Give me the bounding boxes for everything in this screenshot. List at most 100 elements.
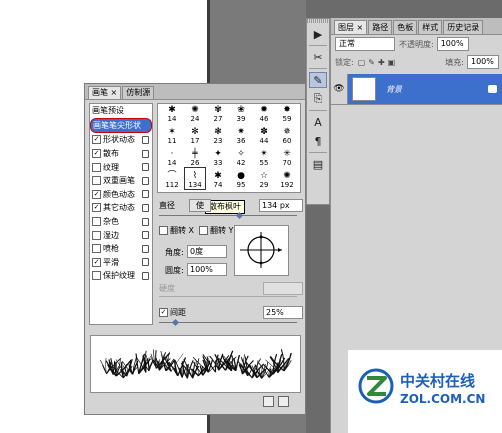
brush-tip-cell[interactable]: ⌇ 134	[184, 167, 206, 190]
layer-row[interactable]: 👁 背景	[331, 74, 502, 104]
flip-x-checkbox[interactable]	[159, 226, 168, 235]
blend-mode-select[interactable]: 正常	[335, 37, 395, 51]
brush-tip-cell[interactable]: ❃ 23	[208, 124, 228, 146]
brush-tip-cell[interactable]: ✧ 42	[231, 146, 251, 168]
option-checkbox[interactable]	[92, 230, 101, 240]
brush-tip-cell[interactable]: ✳ 70	[277, 146, 297, 168]
flip-y-row[interactable]: 翻转 Y	[199, 225, 233, 236]
tab-clone-source[interactable]: 仿制源	[122, 86, 155, 99]
tab-styles[interactable]: 样式	[418, 20, 443, 34]
layers-icon[interactable]: ▤	[309, 156, 327, 172]
diameter-field[interactable]: 134 px	[259, 199, 303, 212]
text-icon[interactable]: A	[309, 114, 327, 130]
option-lock-icon[interactable]	[142, 149, 149, 158]
angle-roundness-widget[interactable]	[234, 225, 289, 276]
brush-tip-cell[interactable]: ✱ 74	[208, 168, 228, 190]
diameter-slider[interactable]	[159, 215, 297, 216]
tab-paths[interactable]: 路径	[368, 20, 393, 34]
brush-option-item[interactable]: 喷枪	[90, 242, 152, 256]
brush-tip-cell[interactable]: ✾ 27	[208, 104, 228, 124]
eye-icon[interactable]: 👁	[331, 74, 348, 104]
option-lock-icon[interactable]	[142, 217, 149, 226]
option-checkbox[interactable]: ✓	[92, 257, 101, 267]
tab-layers[interactable]: 图层 ×	[334, 20, 368, 34]
option-lock-icon[interactable]	[142, 271, 149, 280]
clone-icon[interactable]: ⎘	[309, 91, 327, 107]
paragraph-icon[interactable]: ¶	[309, 133, 327, 149]
option-checkbox[interactable]: ✓	[92, 149, 101, 159]
new-brush-icon[interactable]	[263, 396, 274, 407]
option-lock-icon[interactable]	[142, 231, 149, 240]
layers-tab-bar: 图层 × 路径 色板 样式 历史记录	[331, 18, 502, 35]
brush-option-item[interactable]: 画笔笔尖形状	[90, 117, 152, 134]
option-lock-icon[interactable]	[142, 135, 149, 144]
toolbar-grip[interactable]	[307, 19, 329, 23]
option-checkbox[interactable]	[92, 271, 101, 281]
roundness-field[interactable]: 100%	[187, 263, 227, 276]
opacity-field[interactable]: 100%	[436, 37, 469, 51]
option-checkbox[interactable]: ✓	[92, 189, 101, 199]
brush-tip-cell[interactable]: ✺ 24	[185, 104, 205, 124]
option-checkbox[interactable]: ✓	[92, 135, 101, 145]
brush-option-item[interactable]: ✓ 颜色动态	[90, 188, 152, 202]
flip-x-row[interactable]: 翻转 X	[159, 225, 194, 236]
spacing-field[interactable]: 25%	[263, 306, 303, 319]
brush-tip-cell[interactable]: ✶ 11	[162, 124, 182, 146]
fill-field[interactable]: 100%	[467, 55, 499, 69]
brush-tip-cell[interactable]: ✽ 44	[254, 124, 274, 146]
spacing-checkbox[interactable]: ✓	[159, 308, 168, 317]
option-lock-icon[interactable]	[142, 258, 149, 267]
delete-brush-icon[interactable]	[278, 396, 289, 407]
spacing-slider-thumb[interactable]	[171, 318, 180, 327]
brush-tip-cell[interactable]: ✸ 59	[277, 104, 297, 124]
option-lock-icon[interactable]	[142, 176, 149, 185]
use-sample-size-button[interactable]: 使	[189, 199, 211, 212]
play-icon[interactable]: ▶	[309, 26, 327, 42]
brush-option-item[interactable]: ✓ 形状动态	[90, 133, 152, 147]
brush-tip-cell[interactable]: ● 95	[231, 168, 251, 190]
brush-tip-cell[interactable]: ☆ 29	[254, 168, 274, 190]
brush-tip-cell[interactable]: ╪ 26	[185, 146, 205, 168]
spacing-row[interactable]: ✓ 间距	[159, 307, 186, 318]
brush-option-item[interactable]: 杂色	[90, 215, 152, 229]
option-lock-icon[interactable]	[142, 163, 149, 172]
brush-option-item[interactable]: ✓ 平滑	[90, 256, 152, 270]
option-lock-icon[interactable]	[142, 190, 149, 199]
option-checkbox[interactable]: ✓	[92, 203, 101, 213]
brush-tip-cell[interactable]: · 14	[162, 146, 182, 168]
brush-tip-cell[interactable]: ✺ 192	[277, 168, 297, 190]
brush-option-item[interactable]: 双重画笔	[90, 174, 152, 188]
flip-y-checkbox[interactable]	[199, 226, 208, 235]
brush-option-item[interactable]: ✓ 散布	[90, 147, 152, 161]
brush-tip-cell[interactable]: ✴ 55	[254, 146, 274, 168]
brush-option-item[interactable]: 纹理	[90, 160, 152, 174]
option-lock-icon[interactable]	[142, 244, 149, 253]
tools-icon[interactable]: ✂	[309, 49, 327, 65]
brush-tip-cell[interactable]: ✦ 33	[208, 146, 228, 168]
brush-tip-cell[interactable]: ✹ 46	[254, 104, 274, 124]
option-checkbox[interactable]	[92, 244, 101, 254]
brush-tip-cell[interactable]: ✵ 60	[277, 124, 297, 146]
brush-option-item[interactable]: ✓ 其它动态	[90, 201, 152, 215]
brush-option-item[interactable]: 湿边	[90, 228, 152, 242]
tab-history[interactable]: 历史记录	[443, 20, 484, 34]
brush-option-item[interactable]: 画笔预设	[90, 104, 152, 118]
brush-option-item[interactable]: 保护纹理	[90, 269, 152, 283]
brush-tip-cell[interactable]: ✷ 36	[231, 124, 251, 146]
option-checkbox[interactable]	[92, 176, 101, 186]
brush-tip-cell[interactable]: ✱ 14	[162, 104, 182, 124]
option-checkbox[interactable]	[92, 162, 101, 172]
option-checkbox[interactable]	[92, 217, 101, 227]
brush-icon[interactable]: ✎	[309, 72, 327, 88]
tab-brush[interactable]: 画笔 ×	[88, 86, 122, 99]
option-lock-icon[interactable]	[142, 203, 149, 212]
watermark: 中关村在线 ZOL.COM.CN	[348, 350, 502, 433]
brush-tip-cell[interactable]: ⌒ 112	[162, 168, 182, 190]
tab-swatches[interactable]: 色板	[393, 20, 418, 34]
angle-field[interactable]: 0度	[187, 245, 227, 258]
brush-tip-cell[interactable]: ❀ 39	[231, 104, 251, 124]
brush-tip-cell[interactable]: ✻ 17	[185, 124, 205, 146]
brush-tip-grid[interactable]: ✱ 14 ✺ 24 ✾ 27 ❀ 39 ✹ 46 ✸ 59 ✶ 11 ✻ 17 ❃ 23 ✷ 36 ✽ 44 ✵ 60 · 14 ╪…	[157, 103, 301, 193]
lock-icons[interactable]: ▢✎✚▣	[358, 58, 399, 67]
spacing-slider[interactable]	[159, 322, 297, 323]
